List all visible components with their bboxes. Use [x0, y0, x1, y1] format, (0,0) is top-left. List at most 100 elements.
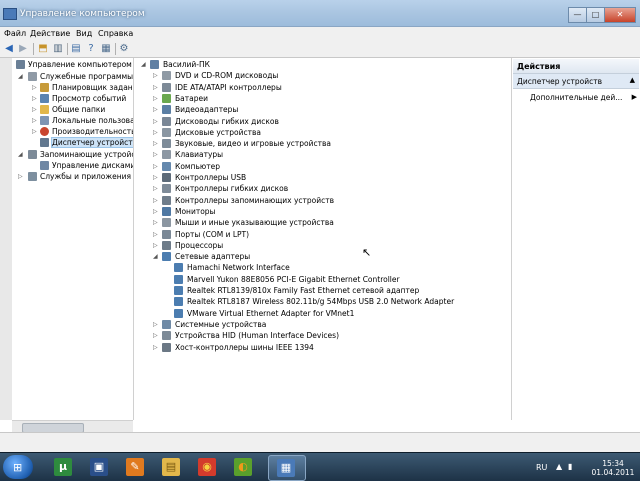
device-icon: [162, 331, 171, 341]
taskbar-app-button[interactable]: µ: [46, 455, 82, 479]
device-label: Контроллеры запоминающих устройств: [175, 195, 335, 205]
device-label: Василий-ПК: [163, 60, 210, 69]
start-button[interactable]: ⊞: [3, 455, 33, 479]
view-icon[interactable]: ▦: [100, 43, 112, 55]
expand-icon[interactable]: ▷: [153, 219, 159, 226]
network-adapter-icon: [174, 308, 183, 318]
expand-icon[interactable]: ▷: [153, 106, 159, 113]
actions-title: Действия: [517, 62, 561, 71]
expand-icon[interactable]: ▷: [153, 84, 159, 91]
device-icon: [162, 127, 171, 137]
expand-icon[interactable]: ▷: [153, 174, 159, 181]
title-bar[interactable]: Управление компьютером — □ ✕: [0, 0, 640, 27]
properties-icon[interactable]: ▤: [70, 43, 82, 55]
taskbar-app-button[interactable]: ◉: [190, 455, 226, 479]
device-label: DVD и CD-ROM дисководы: [175, 71, 279, 81]
collapse-icon[interactable]: ◢: [141, 61, 147, 68]
clock[interactable]: 15:34 01.04.2011: [590, 459, 636, 477]
device-label: Realtek RTL8187 Wireless 802.11b/g 54Mbp…: [187, 297, 455, 307]
main-window: Управление компьютером — □ ✕ Файл Действ…: [0, 0, 640, 453]
help-icon[interactable]: ?: [85, 43, 97, 55]
expand-icon[interactable]: ▷: [32, 117, 38, 124]
expand-icon[interactable]: ▷: [153, 242, 159, 249]
tray-arrow-icon[interactable]: ▲: [556, 462, 562, 471]
up-folder-icon[interactable]: ⬒: [37, 43, 49, 55]
expand-icon[interactable]: ▷: [153, 95, 159, 102]
device-label: IDE ATA/ATAPI контроллеры: [175, 82, 282, 92]
menu-view[interactable]: Вид: [76, 29, 92, 38]
toolbar: ◀ ▶ ⬒ ▥ ▤ ? ▦ ⚙: [0, 41, 640, 58]
actions-pane: Действия Диспетчер устройств ▲ Дополните…: [511, 58, 640, 420]
menu-help[interactable]: Справка: [98, 29, 133, 38]
forward-icon[interactable]: ▶: [17, 43, 29, 55]
collapse-arrow-icon[interactable]: ▲: [630, 76, 635, 84]
network-icon[interactable]: ▮: [568, 462, 572, 471]
device-icon: [162, 319, 171, 329]
expand-icon[interactable]: ▷: [153, 140, 159, 147]
clock-date: 01.04.2011: [591, 468, 635, 477]
taskbar-app-button[interactable]: ▣: [82, 455, 118, 479]
network-adapter-icon: [174, 263, 183, 273]
expand-icon[interactable]: ▷: [153, 344, 159, 351]
device-icon: [162, 229, 171, 239]
tools-icon: [28, 72, 37, 81]
maximize-button[interactable]: □: [586, 7, 604, 23]
expand-icon[interactable]: ▷: [153, 185, 159, 192]
expand-icon[interactable]: ▷: [153, 231, 159, 238]
device-label: Клавиатуры: [175, 150, 224, 160]
device-label: Контроллеры гибких дисков: [175, 184, 289, 194]
device-label: Процессоры: [175, 240, 224, 250]
device-label: Hamachi Network Interface: [187, 263, 290, 273]
taskbar-app-button[interactable]: ▦: [268, 455, 306, 481]
expand-icon[interactable]: ▷: [153, 208, 159, 215]
expand-icon[interactable]: ▷: [153, 118, 159, 125]
expand-icon[interactable]: ▷: [32, 95, 38, 102]
services-icon: [28, 172, 37, 181]
network-adapter-icon: [174, 297, 183, 307]
expand-icon[interactable]: ▷: [18, 173, 24, 180]
expand-icon[interactable]: ▷: [153, 321, 159, 328]
taskbar-app-button[interactable]: ✎: [118, 455, 154, 479]
expand-icon[interactable]: ▷: [153, 163, 159, 170]
show-hide-tree-icon[interactable]: ▥: [52, 43, 64, 55]
collapse-icon[interactable]: ◢: [18, 151, 24, 158]
expand-icon[interactable]: ▷: [153, 72, 159, 79]
device-icon: [162, 139, 171, 149]
device-label: Системные устройства: [175, 319, 267, 329]
expand-icon[interactable]: ▷: [153, 129, 159, 136]
expand-icon[interactable]: ▷: [32, 84, 38, 91]
device-label: Видеоадаптеры: [175, 105, 239, 115]
expand-icon[interactable]: ▷: [153, 332, 159, 339]
device-label: Порты (COM и LPT): [175, 229, 250, 239]
event-viewer-icon: [40, 94, 49, 103]
more-actions-link[interactable]: Дополнительные дей...: [530, 93, 622, 102]
device-label: Звуковые, видео и игровые устройства: [175, 139, 332, 149]
app-icon: ▣: [90, 458, 108, 476]
collapse-icon[interactable]: ◢: [153, 253, 159, 260]
scan-hardware-icon[interactable]: ⚙: [118, 43, 130, 55]
language-indicator[interactable]: RU: [536, 463, 547, 472]
minimize-button[interactable]: —: [568, 7, 586, 23]
taskbar-app-button[interactable]: ◐: [226, 455, 262, 479]
network-adapter-icon: [174, 274, 183, 284]
device-icon: [162, 206, 171, 216]
back-icon[interactable]: ◀: [3, 43, 15, 55]
device-label: Marvell Yukon 88E8056 PCI-E Gigabit Ethe…: [187, 274, 400, 284]
device-icon: [150, 60, 159, 69]
expand-icon[interactable]: ▷: [32, 128, 38, 135]
device-label: VMware Virtual Ethernet Adapter for VMne…: [187, 308, 355, 318]
actions-section-device-manager[interactable]: Диспетчер устройств ▲: [513, 74, 639, 89]
performance-icon: [40, 127, 49, 136]
taskbar-app-button[interactable]: ▤: [154, 455, 190, 479]
submenu-arrow-icon[interactable]: ▶: [632, 93, 637, 101]
menu-file[interactable]: Файл: [4, 29, 26, 38]
app-icon: ▦: [277, 459, 295, 477]
close-button[interactable]: ✕: [604, 7, 636, 23]
device-icon: [162, 150, 171, 160]
expand-icon[interactable]: ▷: [153, 197, 159, 204]
menu-action[interactable]: Действие: [30, 29, 70, 38]
expand-icon[interactable]: ▷: [32, 106, 38, 113]
collapse-icon[interactable]: ◢: [18, 73, 24, 80]
expand-icon[interactable]: ▷: [153, 151, 159, 158]
status-bar: [0, 432, 640, 453]
